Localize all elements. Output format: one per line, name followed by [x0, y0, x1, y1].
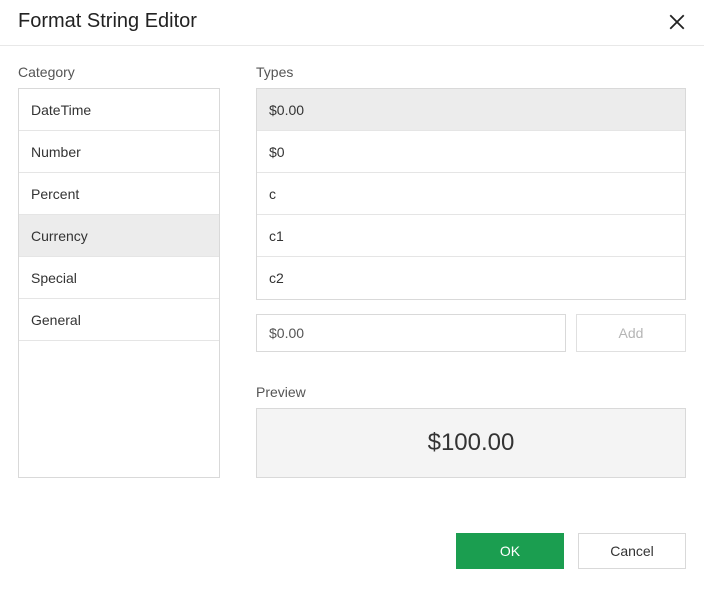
category-item-currency[interactable]: Currency	[19, 215, 219, 257]
format-string-editor-dialog: Format String Editor Category DateTime N…	[0, 0, 704, 591]
category-item-datetime[interactable]: DateTime	[19, 89, 219, 131]
types-item[interactable]: c	[257, 173, 685, 215]
preview-value: $100.00	[428, 429, 515, 457]
category-item-percent[interactable]: Percent	[19, 173, 219, 215]
close-icon[interactable]	[668, 13, 686, 31]
dialog-header: Format String Editor	[0, 0, 704, 46]
category-label: Category	[18, 64, 220, 80]
types-item[interactable]: c1	[257, 215, 685, 257]
dialog-title: Format String Editor	[18, 10, 197, 33]
preview-box: $100.00	[256, 408, 686, 478]
types-item[interactable]: $0	[257, 131, 685, 173]
format-input-row: Add	[256, 314, 686, 352]
ok-button[interactable]: OK	[456, 533, 564, 569]
dialog-body: Category DateTime Number Percent Currenc…	[0, 46, 704, 478]
types-item[interactable]: c2	[257, 257, 685, 299]
category-list: DateTime Number Percent Currency Special…	[18, 88, 220, 478]
category-item-number[interactable]: Number	[19, 131, 219, 173]
format-string-input[interactable]	[256, 314, 566, 352]
dialog-footer: OK Cancel	[456, 533, 686, 569]
types-item[interactable]: $0.00	[257, 89, 685, 131]
cancel-button[interactable]: Cancel	[578, 533, 686, 569]
category-item-general[interactable]: General	[19, 299, 219, 341]
types-label: Types	[256, 64, 686, 80]
category-item-special[interactable]: Special	[19, 257, 219, 299]
types-list: $0.00 $0 c c1 c2	[256, 88, 686, 300]
category-column: Category DateTime Number Percent Currenc…	[18, 64, 220, 478]
types-column: Types $0.00 $0 c c1 c2 Add Preview $100.…	[256, 64, 686, 478]
preview-label: Preview	[256, 384, 686, 400]
add-button[interactable]: Add	[576, 314, 686, 352]
